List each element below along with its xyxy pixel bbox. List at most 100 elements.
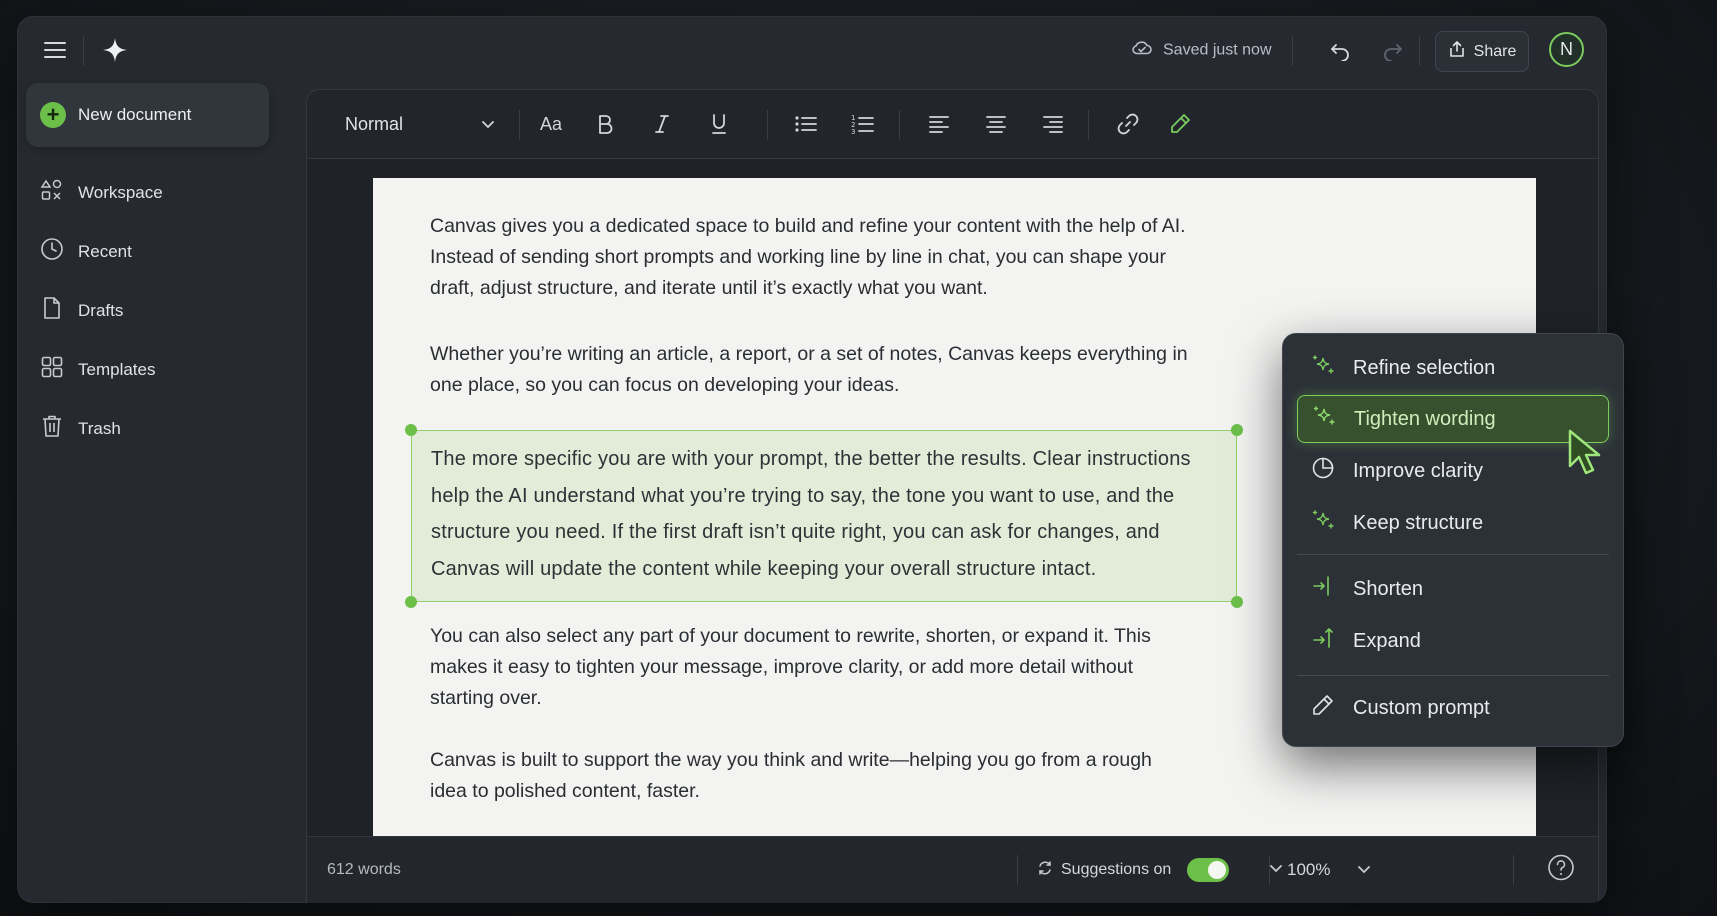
- selection-handle[interactable]: [405, 424, 417, 436]
- paragraph-style-select[interactable]: Normal: [345, 108, 495, 140]
- word-count: 612 words: [327, 861, 401, 878]
- zoom-select[interactable]: 100%: [1287, 860, 1371, 880]
- status-divider: [1269, 855, 1270, 885]
- sparkle-logo-icon: [99, 34, 131, 66]
- sidebar-nav: Workspace Recent Drafts Templates Trash: [40, 163, 270, 458]
- align-right-icon[interactable]: [1038, 108, 1068, 140]
- chevron-down-icon: [1357, 860, 1371, 879]
- bold-icon[interactable]: [590, 108, 620, 140]
- selection-handle[interactable]: [1231, 424, 1243, 436]
- grid-icon: [40, 355, 64, 384]
- share-button[interactable]: Share: [1435, 31, 1529, 72]
- ai-actions-menu: Refine selection Tighten wording Improve…: [1282, 333, 1624, 747]
- file-icon: [40, 296, 64, 325]
- sidebar-item-label: Trash: [78, 418, 121, 438]
- redo-icon[interactable]: [1376, 36, 1410, 66]
- align-center-icon[interactable]: [981, 108, 1011, 140]
- status-divider: [1017, 855, 1018, 885]
- avatar[interactable]: N: [1549, 32, 1584, 67]
- menu-item-refine-selection[interactable]: Refine selection: [1297, 344, 1609, 392]
- workspace-icon: [40, 178, 64, 207]
- selection-handle[interactable]: [1231, 596, 1243, 608]
- document-paragraph[interactable]: Whether you’re writing an article, a rep…: [430, 339, 1190, 401]
- text-selection[interactable]: The more specific you are with your prom…: [411, 430, 1237, 602]
- link-icon[interactable]: [1113, 108, 1143, 140]
- menu-divider: [1297, 554, 1609, 555]
- expand-icon: [1311, 626, 1335, 656]
- sidebar-item-label: Workspace: [78, 182, 163, 202]
- pencil-icon: [1311, 693, 1335, 723]
- sparkle-icon: [1311, 353, 1335, 383]
- toolbar-divider: [899, 110, 900, 140]
- document-paragraph[interactable]: You can also select any part of your doc…: [430, 621, 1190, 714]
- menu-item-label: Shorten: [1353, 577, 1424, 600]
- sidebar-item-trash[interactable]: Trash: [40, 399, 270, 458]
- menu-item-custom-prompt[interactable]: Custom prompt: [1297, 684, 1609, 732]
- new-document-button[interactable]: + New document: [26, 83, 269, 147]
- top-divider: [1292, 36, 1293, 66]
- align-left-icon[interactable]: [924, 108, 954, 140]
- top-divider: [1419, 36, 1420, 66]
- menu-item-shorten[interactable]: Shorten: [1297, 565, 1609, 613]
- selected-paragraph[interactable]: The more specific you are with your prom…: [431, 441, 1231, 587]
- sidebar-item-templates[interactable]: Templates: [40, 340, 270, 399]
- plus-icon: +: [40, 102, 66, 128]
- highlighter-icon[interactable]: [1165, 108, 1195, 140]
- sparkle-icon: [1312, 404, 1336, 434]
- sidebar-item-label: Recent: [78, 241, 132, 261]
- document-paragraph[interactable]: Canvas gives you a dedicated space to bu…: [430, 211, 1190, 304]
- numbered-list-icon[interactable]: 123: [848, 108, 878, 140]
- top-bar: Saved just now Share N: [17, 16, 1607, 86]
- menu-divider: [1297, 675, 1609, 676]
- suggestions-control: Suggestions on: [1037, 858, 1283, 882]
- selection-handle[interactable]: [405, 596, 417, 608]
- menu-item-label: Refine selection: [1353, 356, 1496, 379]
- half-circle-icon: [1311, 456, 1335, 486]
- share-label: Share: [1473, 42, 1517, 60]
- menu-item-label: Keep structure: [1353, 511, 1484, 534]
- saved-status: Saved just now: [1131, 40, 1272, 61]
- bullet-list-icon[interactable]: [791, 108, 821, 140]
- menu-item-tighten-wording[interactable]: Tighten wording: [1297, 395, 1609, 443]
- menu-item-label: Expand: [1353, 629, 1421, 652]
- formatting-toolbar: Normal Aa 123: [307, 90, 1598, 159]
- share-icon: [1448, 40, 1466, 63]
- menu-item-label: Custom prompt: [1353, 696, 1490, 719]
- italic-icon[interactable]: [647, 108, 677, 140]
- hamburger-menu-icon[interactable]: [39, 34, 71, 66]
- suggestions-label: Suggestions on: [1061, 861, 1172, 878]
- font-size-button[interactable]: Aa: [529, 108, 573, 140]
- toolbar-divider: [519, 110, 520, 140]
- status-divider: [1513, 855, 1514, 885]
- menu-item-expand[interactable]: Expand: [1297, 617, 1609, 665]
- underline-icon[interactable]: [704, 108, 734, 140]
- sidebar-item-label: Drafts: [78, 300, 124, 320]
- clock-icon: [40, 237, 64, 266]
- shorten-icon: [1311, 574, 1335, 604]
- menu-item-label: Improve clarity: [1353, 459, 1484, 482]
- new-document-label: New document: [78, 105, 192, 124]
- sparkle-icon: [1311, 508, 1335, 538]
- sidebar-item-drafts[interactable]: Drafts: [40, 281, 270, 340]
- menu-item-improve-clarity[interactable]: Improve clarity: [1297, 447, 1609, 495]
- undo-icon[interactable]: [1323, 36, 1357, 66]
- saved-status-text: Saved just now: [1163, 41, 1272, 58]
- cloud-check-icon: [1131, 40, 1153, 61]
- chevron-down-icon[interactable]: [1269, 861, 1283, 879]
- menu-item-label: Tighten wording: [1354, 407, 1496, 430]
- help-icon[interactable]: [1547, 854, 1575, 887]
- sidebar-item-workspace[interactable]: Workspace: [40, 163, 270, 222]
- mouse-pointer-icon: [1566, 428, 1606, 483]
- chevron-down-icon: [481, 114, 495, 135]
- sidebar-item-label: Templates: [78, 359, 156, 379]
- toolbar-divider: [1088, 110, 1089, 140]
- svg-text:3: 3: [851, 128, 855, 135]
- suggestions-toggle[interactable]: [1187, 858, 1230, 882]
- top-divider: [83, 36, 84, 66]
- status-bar: 612 words Suggestions on 100%: [307, 836, 1598, 903]
- menu-item-keep-structure[interactable]: Keep structure: [1297, 499, 1609, 547]
- sidebar-item-recent[interactable]: Recent: [40, 222, 270, 281]
- document-paragraph[interactable]: Canvas is built to support the way you t…: [430, 745, 1190, 807]
- trash-icon: [40, 414, 64, 443]
- refresh-icon: [1037, 860, 1053, 881]
